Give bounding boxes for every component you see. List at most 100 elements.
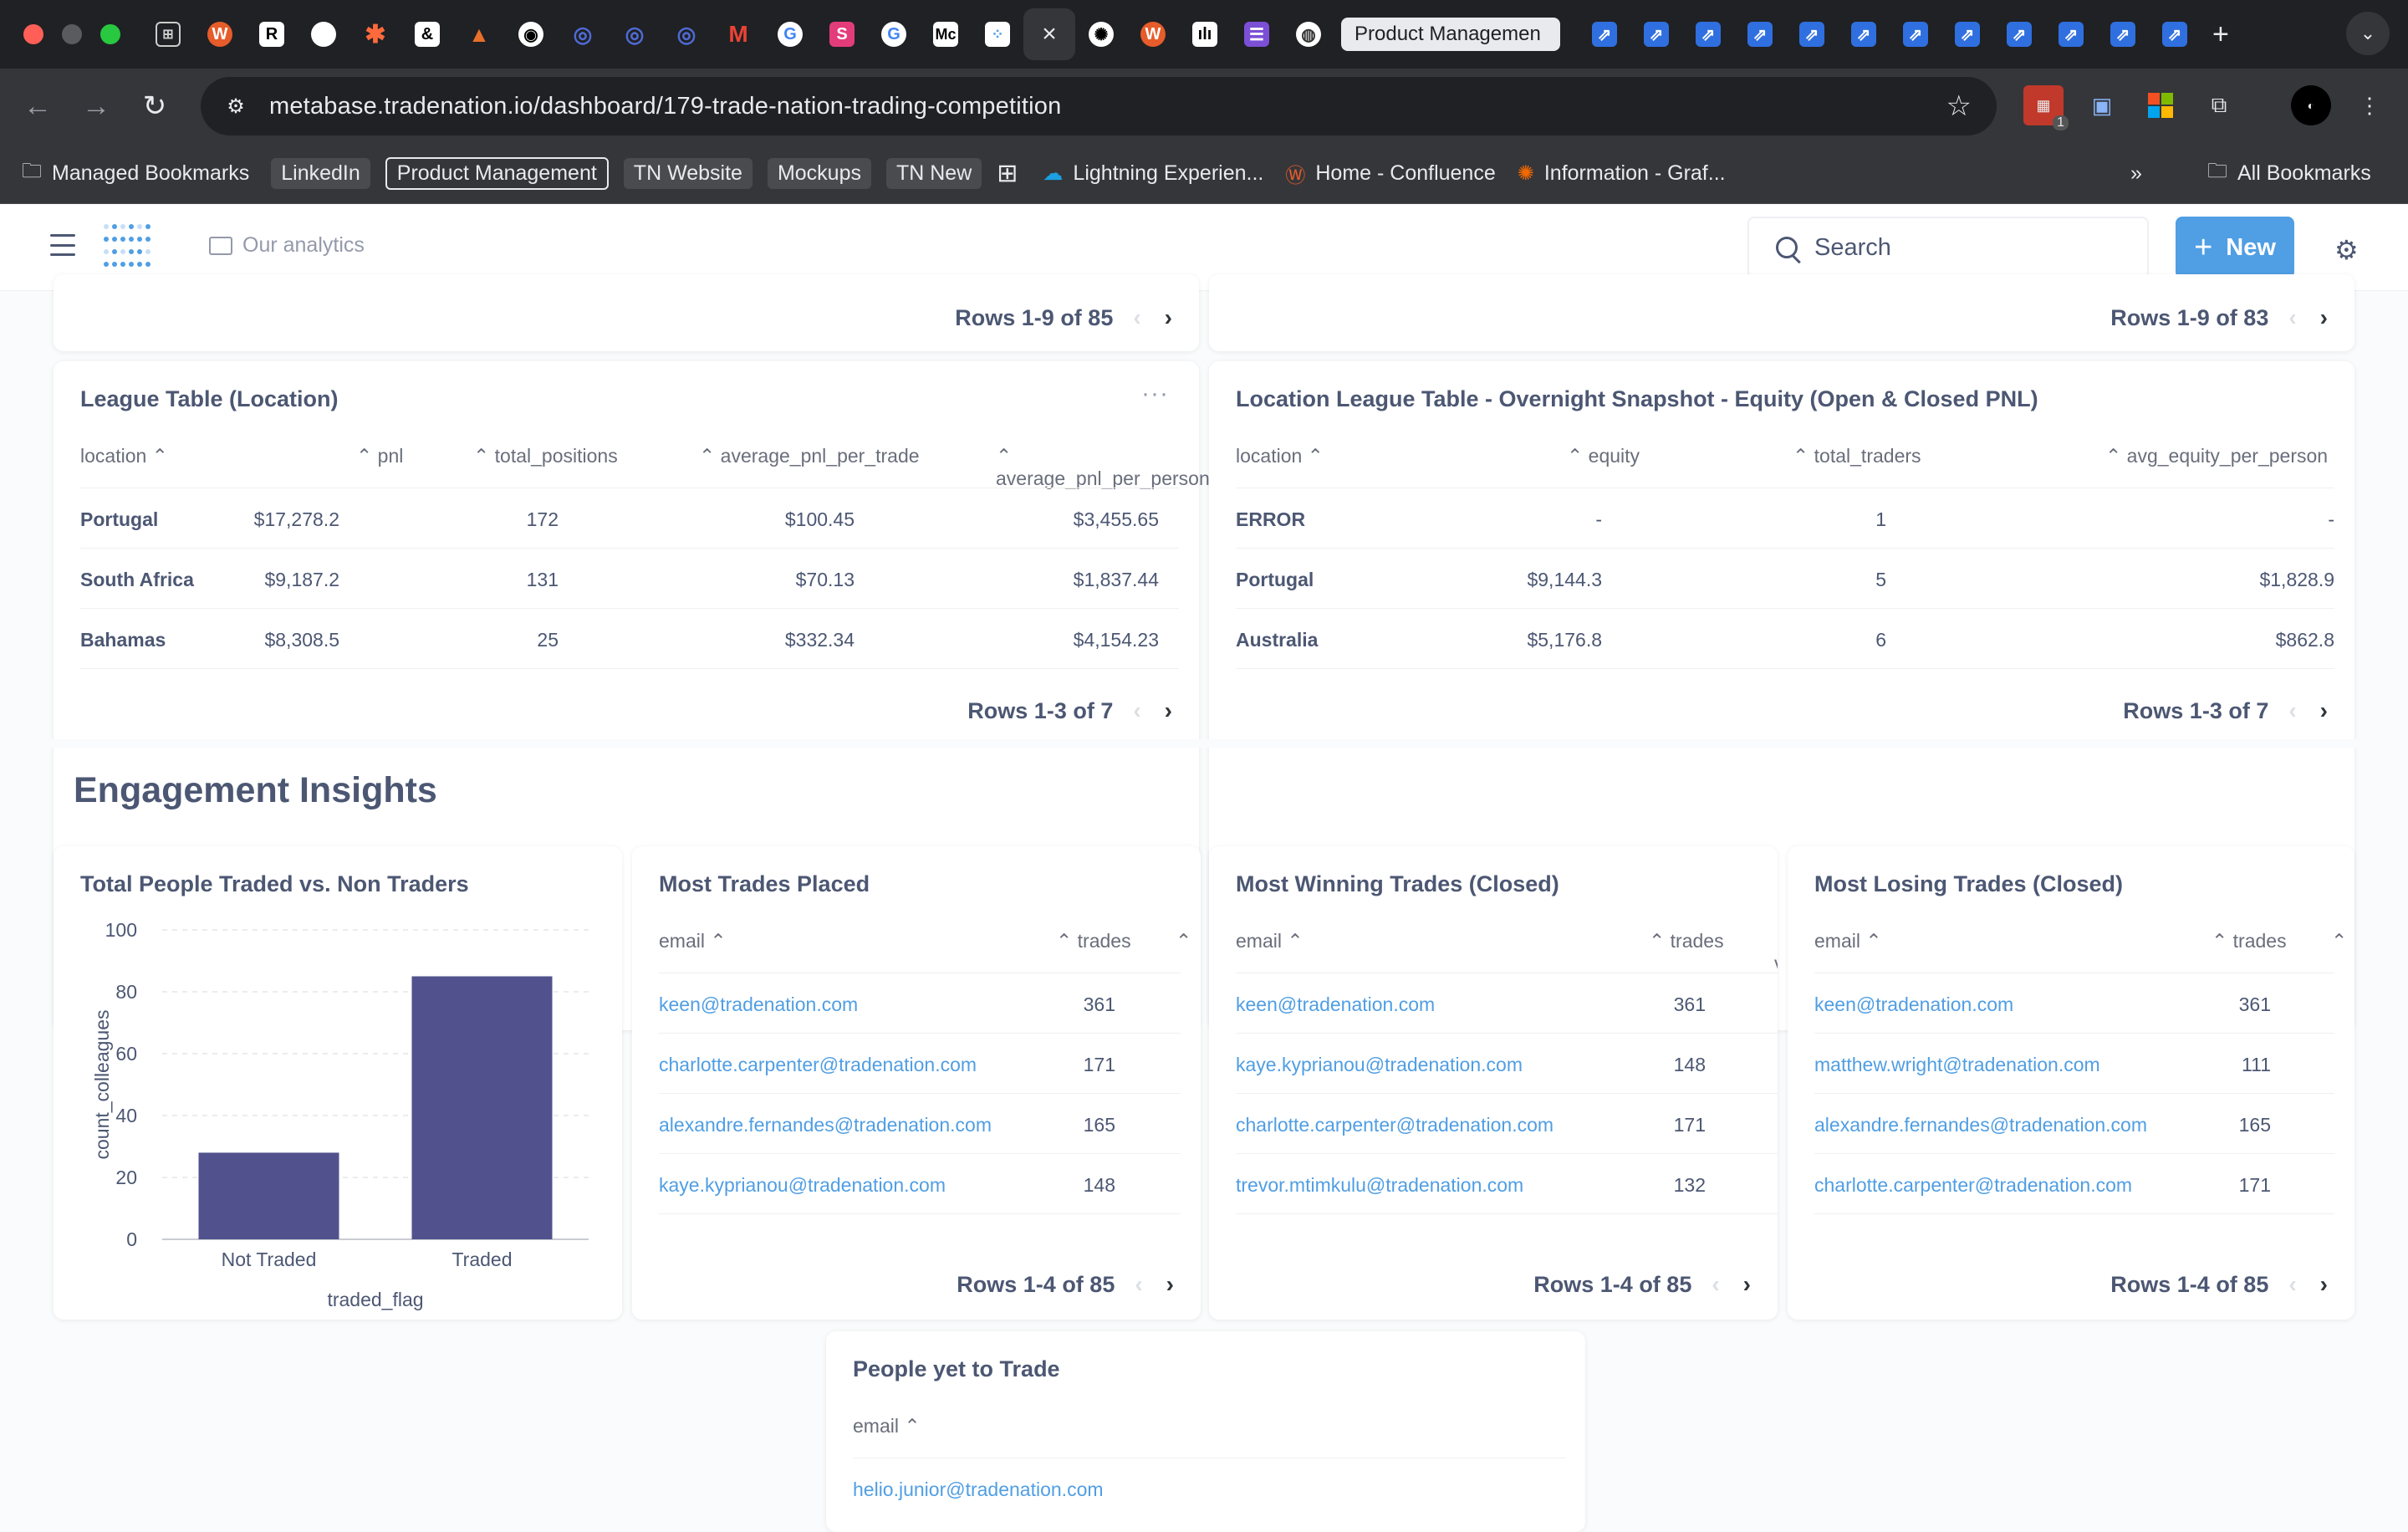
tab-favicon[interactable]: R: [246, 8, 298, 60]
breadcrumb[interactable]: Our analytics: [209, 233, 365, 258]
extension-icon[interactable]: ▣: [2082, 85, 2122, 125]
browser-menu-icon[interactable]: ⋮: [2349, 85, 2390, 125]
bookmark-lightning[interactable]: ☁ Lightning Experien...: [1043, 161, 1263, 186]
email-link[interactable]: helio.junior@tradenation.com: [853, 1478, 1104, 1501]
previous-page-icon[interactable]: ‹: [1135, 1271, 1142, 1298]
url-text[interactable]: metabase.tradenation.io/dashboard/179-tr…: [269, 93, 1061, 120]
jira-tab[interactable]: ⇗: [1734, 8, 1786, 60]
previous-page-icon[interactable]: ‹: [2288, 304, 2296, 331]
previous-page-icon[interactable]: ‹: [1712, 1271, 1719, 1298]
bookmark-linkedin[interactable]: LinkedIn: [271, 158, 370, 189]
table-row[interactable]: South Africa $9,187.2 131 $70.13 $1,837.…: [80, 549, 1179, 609]
table-row[interactable]: trevor.mtimkulu@tradenation.com 132: [1236, 1154, 1778, 1214]
tab-favicon[interactable]: S: [816, 8, 868, 60]
jira-tab[interactable]: ⇗: [1682, 8, 1734, 60]
next-page-icon[interactable]: ›: [1166, 1271, 1174, 1298]
tab-favicon[interactable]: ▲: [453, 8, 505, 60]
tab-favicon[interactable]: [298, 8, 349, 60]
tab-favicon[interactable]: ◎: [609, 8, 661, 60]
previous-page-icon[interactable]: ‹: [1133, 697, 1140, 724]
table-row[interactable]: Bahamas $8,308.5 25 $332.34 $4,154.23: [80, 609, 1179, 669]
gmail-tab[interactable]: M: [712, 8, 764, 60]
jira-tab[interactable]: ⇗: [2097, 8, 2149, 60]
table-row[interactable]: Australia $5,176.8 6 $862.8: [1236, 609, 2334, 669]
table-row[interactable]: Portugal $9,144.3 5 $1,828.9: [1236, 549, 2334, 609]
metabase-logo-icon[interactable]: [104, 224, 150, 271]
google-tab[interactable]: G: [868, 8, 920, 60]
bookmark-confluence[interactable]: Ⓦ Home - Confluence: [1285, 159, 1495, 188]
bar[interactable]: [198, 1152, 339, 1239]
tab-favicon[interactable]: ◍: [1283, 8, 1334, 60]
google-tab[interactable]: G: [764, 8, 816, 60]
more-options-icon[interactable]: ···: [1141, 380, 1169, 408]
jira-tab[interactable]: ⇗: [1941, 8, 1993, 60]
table-row[interactable]: kaye.kyprianou@tradenation.com 148: [659, 1154, 1181, 1214]
table-row[interactable]: charlotte.carpenter@tradenation.com 171: [1814, 1154, 2334, 1214]
tab-favicon[interactable]: ◎: [661, 8, 712, 60]
forward-arrow-icon[interactable]: →: [67, 90, 125, 123]
next-page-icon[interactable]: ›: [1165, 304, 1172, 331]
address-bar[interactable]: ⚙ metabase.tradenation.io/dashboard/179-…: [201, 77, 1997, 135]
email-link[interactable]: keen@tradenation.com: [1236, 993, 1435, 1016]
close-window-button[interactable]: [23, 24, 43, 44]
table-row[interactable]: matthew.wright@tradenation.com 111: [1814, 1034, 2334, 1094]
table-row[interactable]: ERROR - 1 -: [1236, 488, 2334, 549]
back-arrow-icon[interactable]: ←: [8, 90, 67, 123]
email-link[interactable]: matthew.wright@tradenation.com: [1814, 1054, 2100, 1076]
jira-tab[interactable]: ⇗: [1890, 8, 1941, 60]
bookmark-managed[interactable]: 🗀 Managed Bookmarks: [22, 156, 249, 191]
new-tab-icon[interactable]: +: [2212, 18, 2229, 51]
tab-favicon[interactable]: W: [1127, 8, 1179, 60]
bookmark-tn-new[interactable]: TN New: [885, 158, 982, 189]
bar[interactable]: [411, 976, 553, 1240]
maximize-window-button[interactable]: [100, 24, 120, 44]
tab-favicon[interactable]: ılı: [1179, 8, 1231, 60]
next-page-icon[interactable]: ›: [2320, 304, 2328, 331]
tab-favicon[interactable]: ⊞: [142, 8, 194, 60]
sidebar-toggle-icon[interactable]: [50, 234, 75, 256]
table-row[interactable]: keen@tradenation.com 361: [1814, 973, 2334, 1034]
table-row[interactable]: kaye.kyprianou@tradenation.com 148: [1236, 1034, 1778, 1094]
bookmark-all[interactable]: 🗀 All Bookmarks: [2207, 156, 2371, 191]
next-page-icon[interactable]: ›: [2320, 1271, 2328, 1298]
tab-search-chevron-icon[interactable]: ⌄: [2346, 12, 2390, 55]
jira-tab[interactable]: ⇗: [1786, 8, 1838, 60]
table-row[interactable]: Portugal $17,278.2 172 $100.45 $3,455.65: [80, 488, 1179, 549]
search-input[interactable]: Search: [1747, 217, 2149, 278]
next-page-icon[interactable]: ›: [2320, 697, 2328, 724]
tab-favicon[interactable]: ◎: [557, 8, 609, 60]
extension-icon[interactable]: 1 ▦: [2023, 85, 2069, 130]
email-link[interactable]: charlotte.carpenter@tradenation.com: [1236, 1114, 1553, 1136]
email-link[interactable]: charlotte.carpenter@tradenation.com: [1814, 1174, 2132, 1197]
bookmark-grafana[interactable]: ✺ Information - Graf...: [1518, 161, 1726, 186]
metabase-tab[interactable]: ⁘: [972, 8, 1023, 60]
profile-avatar[interactable]: ◐: [2291, 85, 2331, 125]
table-row[interactable]: keen@tradenation.com 361: [1236, 973, 1778, 1034]
table-row[interactable]: charlotte.carpenter@tradenation.com 171: [659, 1034, 1181, 1094]
gear-icon[interactable]: ⚙: [2334, 234, 2359, 266]
tab-favicon[interactable]: W: [194, 8, 246, 60]
tab-favicon[interactable]: ◉: [505, 8, 557, 60]
next-page-icon[interactable]: ›: [1743, 1271, 1751, 1298]
email-link[interactable]: keen@tradenation.com: [659, 993, 858, 1016]
jira-tab[interactable]: ⇗: [1993, 8, 2045, 60]
jira-tab[interactable]: ⇗: [2045, 8, 2097, 60]
extensions-puzzle-icon[interactable]: ⧉: [2199, 85, 2239, 125]
bookmark-mockups[interactable]: Mockups: [767, 158, 871, 189]
email-link[interactable]: alexandre.fernandes@tradenation.com: [1814, 1114, 2147, 1136]
reload-icon[interactable]: ↻: [125, 89, 184, 123]
tab-favicon[interactable]: Mc: [920, 8, 972, 60]
bookmark-star-icon[interactable]: ☆: [1946, 89, 1972, 123]
table-row[interactable]: keen@tradenation.com 361: [659, 973, 1181, 1034]
email-link[interactable]: kaye.kyprianou@tradenation.com: [1236, 1054, 1523, 1076]
tab-favicon[interactable]: ✺: [1075, 8, 1127, 60]
site-settings-icon[interactable]: ⚙: [217, 88, 254, 125]
jira-tab[interactable]: ⇗: [1838, 8, 1890, 60]
previous-page-icon[interactable]: ‹: [1133, 304, 1140, 331]
apps-grid-icon[interactable]: ⊞: [997, 159, 1018, 188]
close-tab-icon[interactable]: ×: [1023, 8, 1075, 60]
tab-favicon[interactable]: &: [401, 8, 453, 60]
previous-page-icon[interactable]: ‹: [2288, 697, 2296, 724]
email-link[interactable]: trevor.mtimkulu@tradenation.com: [1236, 1174, 1523, 1197]
minimize-window-button[interactable]: [62, 24, 82, 44]
